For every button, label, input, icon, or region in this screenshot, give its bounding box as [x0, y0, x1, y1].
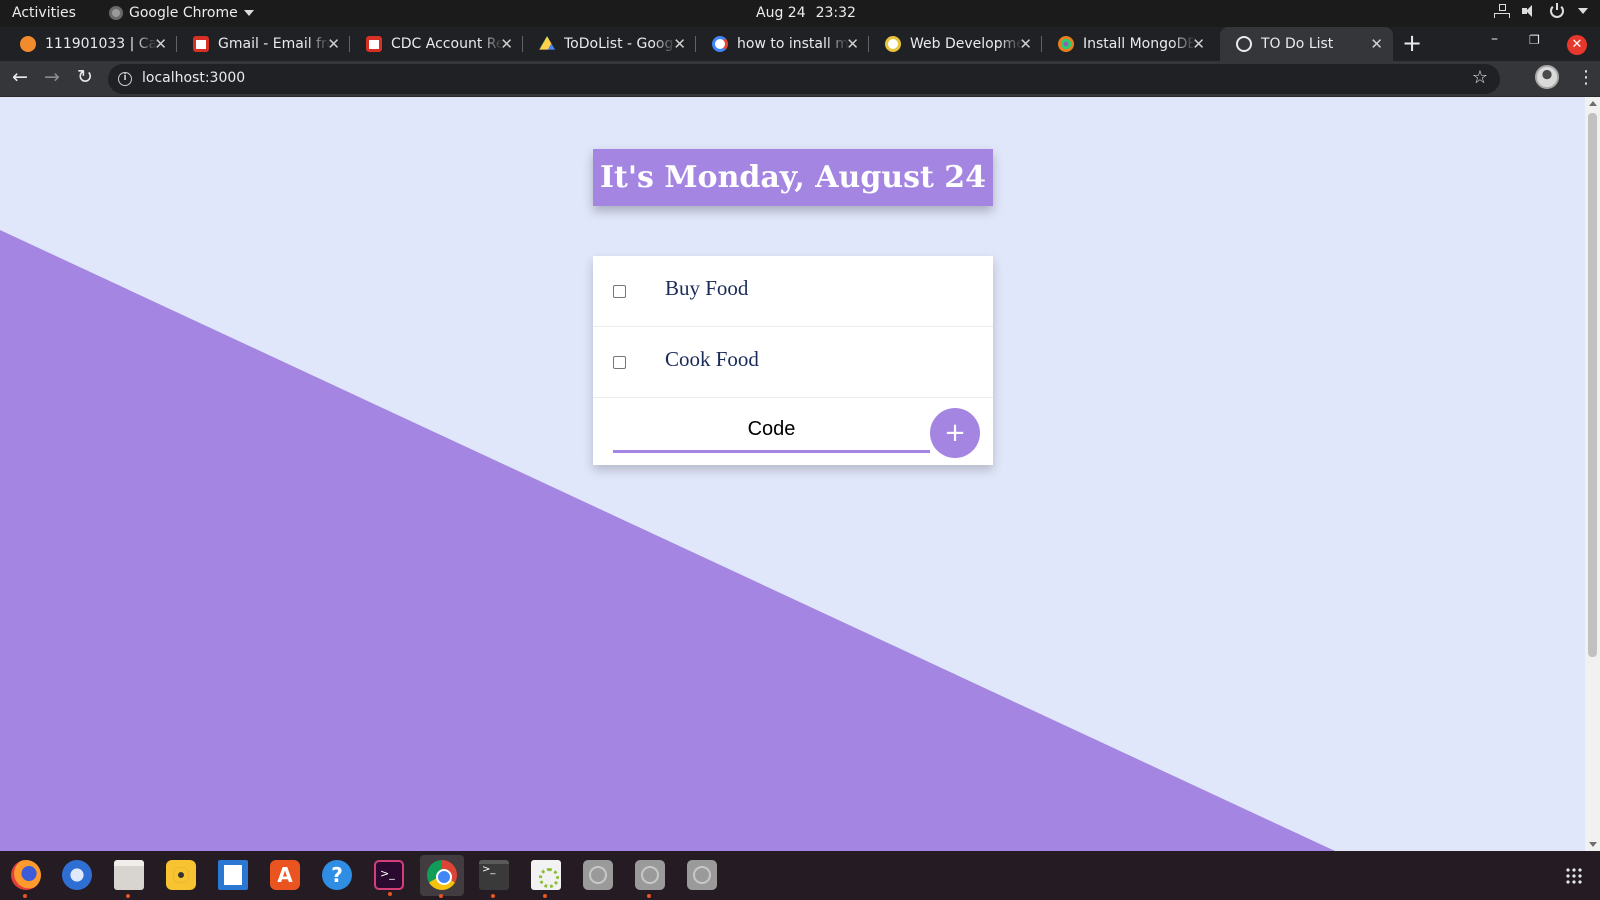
close-icon[interactable]: ✕: [500, 35, 513, 53]
info-icon[interactable]: i: [118, 72, 132, 86]
forward-arrow-icon[interactable]: →: [44, 66, 60, 88]
item-checkbox[interactable]: [613, 356, 626, 369]
reload-icon[interactable]: ↻: [77, 66, 93, 88]
chevron-down-icon[interactable]: [1578, 8, 1588, 14]
tab-care[interactable]: 111901033 | Care ✕: [4, 27, 177, 61]
background-triangle: [0, 230, 1335, 851]
care-icon: [20, 36, 36, 52]
terminal-icon[interactable]: >_: [374, 860, 404, 896]
new-item-input[interactable]: [613, 408, 930, 453]
clock-time: 23:32: [815, 5, 856, 21]
page-scrollbar[interactable]: [1585, 97, 1600, 851]
page-viewport: It's Monday, August 24 Buy Food Cook Foo…: [0, 97, 1600, 851]
item-checkbox[interactable]: [613, 285, 626, 298]
mongodb-icon: [1058, 36, 1074, 52]
tab-gmail[interactable]: Gmail - Email from ✕: [177, 27, 350, 61]
url-text[interactable]: localhost:3000: [142, 70, 245, 86]
tab-strip: 111901033 | Care ✕ Gmail - Email from ✕ …: [0, 27, 1600, 61]
list-item[interactable]: Buy Food: [593, 256, 993, 327]
tab-title: Web Developme: [910, 36, 1022, 52]
disk-icon[interactable]: [583, 860, 613, 890]
scroll-up-icon[interactable]: [1589, 101, 1597, 106]
files-icon[interactable]: [114, 860, 144, 898]
globe-icon: [1236, 36, 1252, 52]
restore-icon[interactable]: ❐: [1529, 33, 1540, 47]
add-item-button[interactable]: +: [930, 408, 980, 458]
tab-install-mongodb[interactable]: Install MongoDB ✕: [1042, 27, 1215, 61]
tab-title: how to install m: [737, 36, 849, 52]
tab-title: ToDoList - Goog: [564, 36, 674, 52]
gmail-icon: [366, 36, 382, 52]
bookmark-star-icon[interactable]: ☆: [1472, 67, 1488, 88]
terminal-icon[interactable]: >_: [479, 860, 509, 898]
show-applications-icon[interactable]: [1565, 867, 1583, 885]
todo-list: Buy Food Cook Food +: [593, 256, 993, 465]
tab-web-development[interactable]: Web Developme ✕: [869, 27, 1042, 61]
drive-icon: [539, 36, 555, 50]
browser-toolbar: ← → ↻ i localhost:3000 ☆ ⋮: [0, 61, 1600, 97]
scroll-down-icon[interactable]: [1589, 842, 1597, 847]
tab-title: CDC Account Re: [391, 36, 503, 52]
chrome-icon[interactable]: [427, 860, 457, 898]
address-bar[interactable]: i localhost:3000 ☆: [108, 64, 1500, 94]
close-icon[interactable]: ✕: [1019, 35, 1032, 53]
webdev-icon: [885, 36, 901, 52]
app-menu-label: Google Chrome: [129, 5, 238, 21]
item-label: Cook Food: [665, 347, 759, 371]
item-label: Buy Food: [665, 276, 749, 300]
chrome-icon: [109, 6, 123, 20]
close-icon[interactable]: ✕: [1370, 35, 1383, 53]
close-icon[interactable]: ✕: [1192, 35, 1205, 53]
thunderbird-icon[interactable]: [62, 860, 92, 890]
scrollbar-thumb[interactable]: [1588, 113, 1597, 657]
rhythmbox-icon[interactable]: [166, 860, 196, 890]
back-arrow-icon[interactable]: ←: [12, 66, 28, 88]
chevron-down-icon: [243, 10, 254, 16]
tab-to-do-list[interactable]: TO Do List ✕: [1220, 27, 1393, 61]
network-icon[interactable]: [1494, 4, 1510, 18]
tab-cdc-account[interactable]: CDC Account Re ✕: [350, 27, 523, 61]
new-item-form: +: [593, 398, 993, 465]
system-top-bar: Activities Google Chrome Aug 24 23:32: [0, 0, 1600, 27]
gmail-icon: [193, 36, 209, 52]
activities-button[interactable]: Activities: [12, 5, 76, 21]
firefox-icon[interactable]: [11, 860, 41, 898]
tab-title: Gmail - Email from: [218, 36, 330, 52]
disk-icon[interactable]: [635, 860, 665, 898]
google-icon: [712, 36, 728, 52]
help-icon[interactable]: ?: [322, 860, 352, 890]
clock-date: Aug 24: [756, 5, 806, 21]
list-item[interactable]: Cook Food: [593, 327, 993, 398]
libreoffice-writer-icon[interactable]: [218, 860, 248, 890]
page-title: It's Monday, August 24: [599, 160, 987, 195]
minimize-icon[interactable]: –: [1491, 31, 1498, 47]
tab-title: Install MongoDB: [1083, 36, 1195, 52]
tab-todolist-drive[interactable]: ToDoList - Goog ✕: [523, 27, 696, 61]
close-icon[interactable]: ✕: [673, 35, 686, 53]
clock[interactable]: Aug 24 23:32: [756, 5, 856, 21]
power-icon[interactable]: [1550, 3, 1564, 18]
close-icon[interactable]: ✕: [154, 35, 167, 53]
software-center-icon[interactable]: A: [270, 860, 300, 890]
settings-icon[interactable]: [531, 860, 561, 898]
close-icon[interactable]: ✕: [846, 35, 859, 53]
disk-icon[interactable]: [687, 860, 717, 890]
heading-box: It's Monday, August 24: [593, 149, 993, 206]
tab-title: 111901033 | Care: [45, 36, 157, 52]
new-tab-button[interactable]: +: [1402, 29, 1422, 57]
dock: A ? >_ >_: [0, 851, 1600, 900]
volume-icon[interactable]: [1522, 4, 1536, 18]
system-tray[interactable]: [1494, 3, 1588, 18]
tab-title: TO Do List: [1261, 36, 1334, 52]
close-icon[interactable]: ✕: [327, 35, 340, 53]
profile-avatar[interactable]: [1535, 65, 1559, 89]
close-window-button[interactable]: ✕: [1567, 35, 1587, 55]
tab-google-search[interactable]: how to install m ✕: [696, 27, 869, 61]
menu-kebab-icon[interactable]: ⋮: [1577, 67, 1595, 88]
app-menu[interactable]: Google Chrome: [109, 5, 254, 21]
